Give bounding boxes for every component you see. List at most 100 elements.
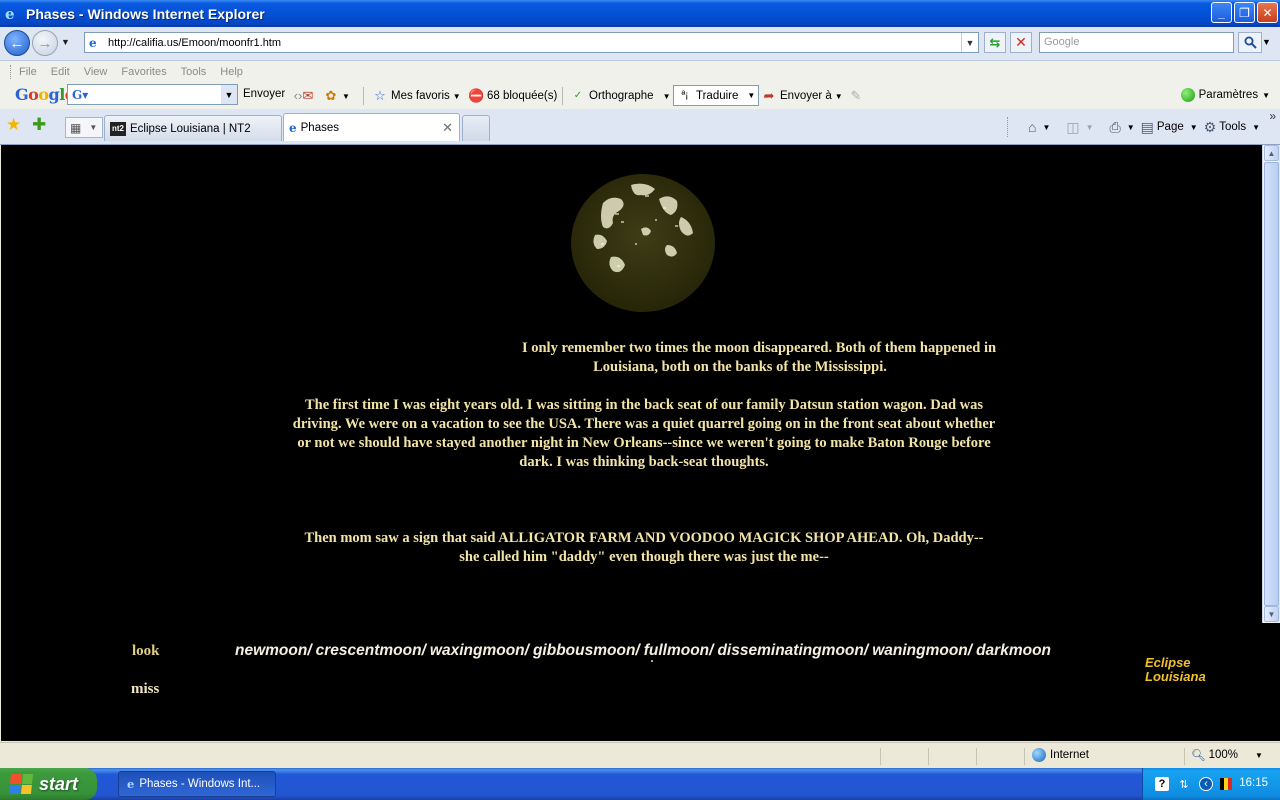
phase-link-fullmoon[interactable]: fullmoon/ bbox=[644, 642, 714, 660]
moon-image bbox=[571, 174, 715, 312]
toolbar-separator bbox=[363, 87, 364, 105]
toolbar-overflow-chevron-icon[interactable]: » bbox=[1269, 109, 1276, 123]
command-bar-grip[interactable] bbox=[1006, 117, 1008, 137]
google-search-dropdown[interactable]: ▼ bbox=[221, 85, 237, 104]
back-button[interactable]: ← bbox=[4, 30, 30, 56]
close-button[interactable]: ✕ bbox=[1257, 2, 1278, 23]
status-divider bbox=[1024, 748, 1025, 765]
status-divider bbox=[1184, 748, 1185, 765]
scroll-down-arrow-icon[interactable]: ▼ bbox=[1264, 606, 1279, 622]
tab-eclipse-louisiana[interactable]: nt2 Eclipse Louisiana | NT2 bbox=[104, 115, 282, 141]
search-button[interactable] bbox=[1238, 32, 1262, 53]
spellcheck-button[interactable]: ✓ Orthographe ▼ bbox=[570, 88, 671, 104]
print-button[interactable]: ⎙ ▼ bbox=[1110, 119, 1135, 136]
phase-link-disseminatingmoon[interactable]: disseminatingmoon/ bbox=[717, 642, 868, 660]
start-button[interactable]: start bbox=[0, 768, 97, 800]
vertical-scrollbar[interactable]: ▲ ▼ bbox=[1262, 145, 1279, 623]
search-input[interactable]: Google bbox=[1039, 32, 1234, 53]
menu-help[interactable]: Help bbox=[220, 66, 243, 78]
refresh-button[interactable]: ⇆ bbox=[984, 32, 1006, 53]
help-icon[interactable]: ? bbox=[1155, 777, 1169, 791]
send-to-dropdown-icon: ▼ bbox=[834, 91, 843, 101]
new-tab-button[interactable] bbox=[462, 115, 490, 141]
page-menu-button[interactable]: ▤ Page ▼ bbox=[1141, 119, 1198, 136]
forward-button[interactable]: → bbox=[32, 30, 58, 56]
look-link[interactable]: look bbox=[132, 643, 160, 660]
url-text[interactable]: http://califia.us/Emoon/moonfr1.htm bbox=[108, 37, 281, 49]
favorites-dropdown-icon: ▼ bbox=[452, 91, 461, 101]
phase-link-newmoon[interactable]: newmoon/ bbox=[235, 642, 312, 660]
security-zone[interactable]: Internet bbox=[1032, 748, 1089, 762]
add-favorites-icon[interactable]: ✚ bbox=[32, 115, 46, 135]
settings-button[interactable]: Paramètres ▼ bbox=[1180, 88, 1270, 102]
tab-list-dropdown[interactable]: ▼ bbox=[89, 123, 97, 132]
highlighter-icon: ✎ bbox=[850, 88, 862, 103]
clock[interactable]: 16:15 bbox=[1239, 777, 1268, 789]
taskbar-item-phases[interactable]: e Phases - Windows Int... bbox=[118, 771, 276, 797]
menu-file[interactable]: File bbox=[19, 66, 37, 78]
zoom-control[interactable]: 🔍︎ 100% ▼ bbox=[1191, 748, 1263, 762]
puzzle-dropdown-icon: ▼ bbox=[342, 91, 350, 101]
menu-favorites[interactable]: Favorites bbox=[121, 66, 166, 78]
gear-icon: ⚙ bbox=[1203, 118, 1217, 135]
phase-link-waxingmoon[interactable]: waxingmoon/ bbox=[430, 642, 529, 660]
google-g-icon: G▾ bbox=[72, 87, 89, 102]
quick-tabs-button[interactable]: ▦ ▼ bbox=[65, 117, 103, 138]
phase-link-gibbousmoon[interactable]: gibbousmoon/ bbox=[533, 642, 640, 660]
network-icon[interactable]: ⇅ bbox=[1177, 777, 1191, 791]
story-paragraph-2: The first time I was eight years old. I … bbox=[292, 397, 996, 470]
send-to-button[interactable]: ➦ Envoyer à ▼ bbox=[761, 88, 843, 104]
quick-tabs-icon: ▦ bbox=[70, 120, 82, 135]
translate-button[interactable]: ª¡ Traduire ▼ bbox=[673, 85, 760, 106]
feeds-button[interactable]: ◫ ▼ bbox=[1066, 119, 1093, 136]
puzzle-icon: ✿ bbox=[325, 88, 337, 103]
my-favorites-button[interactable]: ☆ Mes favoris ▼ bbox=[372, 88, 461, 104]
minimize-button[interactable]: _ bbox=[1211, 2, 1232, 23]
spellcheck-icon: ✓ bbox=[573, 90, 583, 101]
spellcheck-dropdown-icon: ▼ bbox=[662, 91, 671, 101]
tab-close-icon[interactable]: ✕ bbox=[442, 120, 453, 136]
google-send-button[interactable]: Envoyer bbox=[243, 88, 285, 100]
popup-blocker-button[interactable]: ⛔ 68 bloquée(s) bbox=[468, 88, 557, 104]
phase-link-crescentmoon[interactable]: crescentmoon/ bbox=[316, 642, 426, 660]
scrollbar-thumb[interactable] bbox=[1264, 162, 1279, 606]
highlighter-button[interactable]: ✎ bbox=[848, 88, 864, 104]
tray-expand-icon[interactable]: ‹ bbox=[1199, 777, 1213, 791]
title-bar[interactable]: e Phases - Windows Internet Explorer _ ❐… bbox=[0, 0, 1280, 27]
tools-menu-button[interactable]: ⚙ Tools ▼ bbox=[1204, 119, 1260, 136]
recent-pages-dropdown[interactable]: ▼ bbox=[61, 37, 70, 47]
maximize-button[interactable]: ❐ bbox=[1234, 2, 1255, 23]
phase-link-waningmoon[interactable]: waningmoon/ bbox=[872, 642, 972, 660]
address-dropdown[interactable]: ▼ bbox=[961, 33, 978, 52]
translate-label: Traduire bbox=[696, 89, 739, 102]
ie-icon: e bbox=[5, 4, 15, 23]
google-logo[interactable]: Google bbox=[15, 85, 75, 104]
story-paragraph-1-text: I only remember two times the moon disap… bbox=[521, 340, 997, 375]
menu-view[interactable]: View bbox=[84, 66, 108, 78]
translate-icon: ª¡ bbox=[681, 89, 689, 101]
settings-label: Paramètres bbox=[1198, 89, 1259, 101]
menu-tools[interactable]: Tools bbox=[181, 66, 207, 78]
home-button[interactable]: ⌂ ▼ bbox=[1028, 119, 1050, 135]
status-divider bbox=[928, 748, 929, 765]
google-search-input[interactable]: G▾ ▼ bbox=[67, 84, 238, 105]
address-bar[interactable]: e http://califia.us/Emoon/moonfr1.htm ▼ bbox=[84, 32, 979, 53]
search-options-dropdown[interactable]: ▼ bbox=[1262, 37, 1271, 47]
address-toolbar: ← → ▼ e http://califia.us/Emoon/moonfr1.… bbox=[0, 27, 1280, 61]
language-flag-icon[interactable] bbox=[1219, 777, 1233, 791]
menu-edit[interactable]: Edit bbox=[51, 66, 70, 78]
bookmark-tool-button[interactable]: ✉ bbox=[300, 88, 316, 104]
ie-favicon-icon: e bbox=[289, 120, 297, 135]
scroll-up-arrow-icon[interactable]: ▲ bbox=[1264, 145, 1279, 161]
stop-button[interactable]: ✕ bbox=[1010, 32, 1032, 53]
favorites-center-star-icon[interactable]: ★ bbox=[6, 115, 21, 135]
google-send-label: Envoyer bbox=[243, 88, 286, 100]
phase-link-darkmoon[interactable]: darkmoon bbox=[976, 642, 1051, 660]
tab-phases[interactable]: e Phases ✕ bbox=[283, 113, 460, 141]
eclipse-louisiana-link[interactable]: Eclipse Louisiana bbox=[1145, 656, 1206, 684]
settings-dropdown-icon: ▼ bbox=[1262, 90, 1270, 100]
miss-link[interactable]: miss bbox=[131, 681, 159, 698]
menu-bar: File Edit View Favorites Tools Help bbox=[0, 61, 1280, 83]
puzzle-tool-button[interactable]: ✿ ▼ bbox=[323, 88, 350, 104]
toolbar-grip[interactable] bbox=[10, 65, 13, 79]
